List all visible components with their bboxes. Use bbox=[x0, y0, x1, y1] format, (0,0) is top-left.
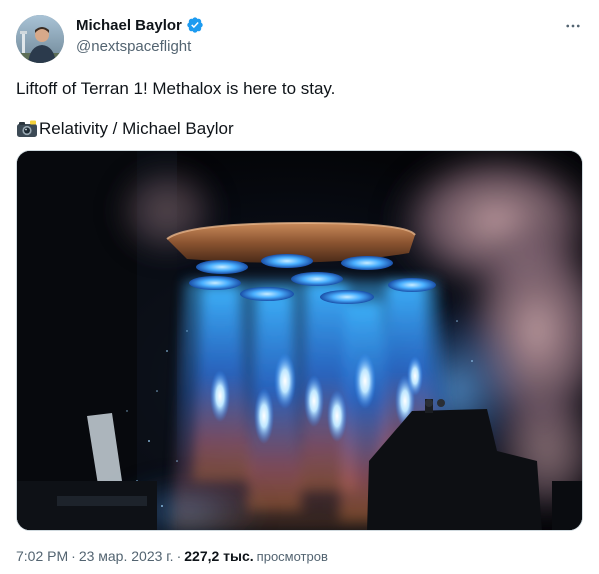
photo-credit: Relativity / Michael Baylor bbox=[16, 119, 234, 139]
views-count[interactable]: 227,2 тыс. bbox=[184, 548, 253, 564]
more-options-button[interactable] bbox=[561, 14, 585, 38]
tweet-meta: 7:02 PM · 23 мар. 2023 г. · 227,2 тыс. п… bbox=[16, 548, 328, 564]
more-horizontal-icon bbox=[566, 24, 580, 28]
tweet-photo[interactable] bbox=[16, 150, 583, 531]
tweet-card: Michael Baylor @nextspaceflight Liftoff … bbox=[0, 0, 599, 574]
rocket-engine-photo bbox=[17, 151, 582, 530]
avatar[interactable] bbox=[16, 15, 64, 63]
tweet-date[interactable]: 23 мар. 2023 г. bbox=[79, 548, 174, 564]
author-name-row: Michael Baylor bbox=[76, 16, 204, 34]
tweet-time[interactable]: 7:02 PM bbox=[16, 548, 68, 564]
tweet-text: Liftoff of Terran 1! Methalox is here to… bbox=[16, 79, 336, 98]
author-display-name[interactable]: Michael Baylor bbox=[76, 17, 182, 34]
photo-credit-text: Relativity / Michael Baylor bbox=[39, 119, 234, 138]
verified-badge-icon[interactable] bbox=[186, 16, 204, 34]
views-label: просмотров bbox=[256, 549, 328, 564]
meta-separator: · bbox=[71, 548, 76, 564]
author-handle[interactable]: @nextspaceflight bbox=[76, 38, 191, 55]
meta-separator-2: · bbox=[176, 548, 182, 564]
camera-with-flash-icon bbox=[16, 120, 38, 138]
